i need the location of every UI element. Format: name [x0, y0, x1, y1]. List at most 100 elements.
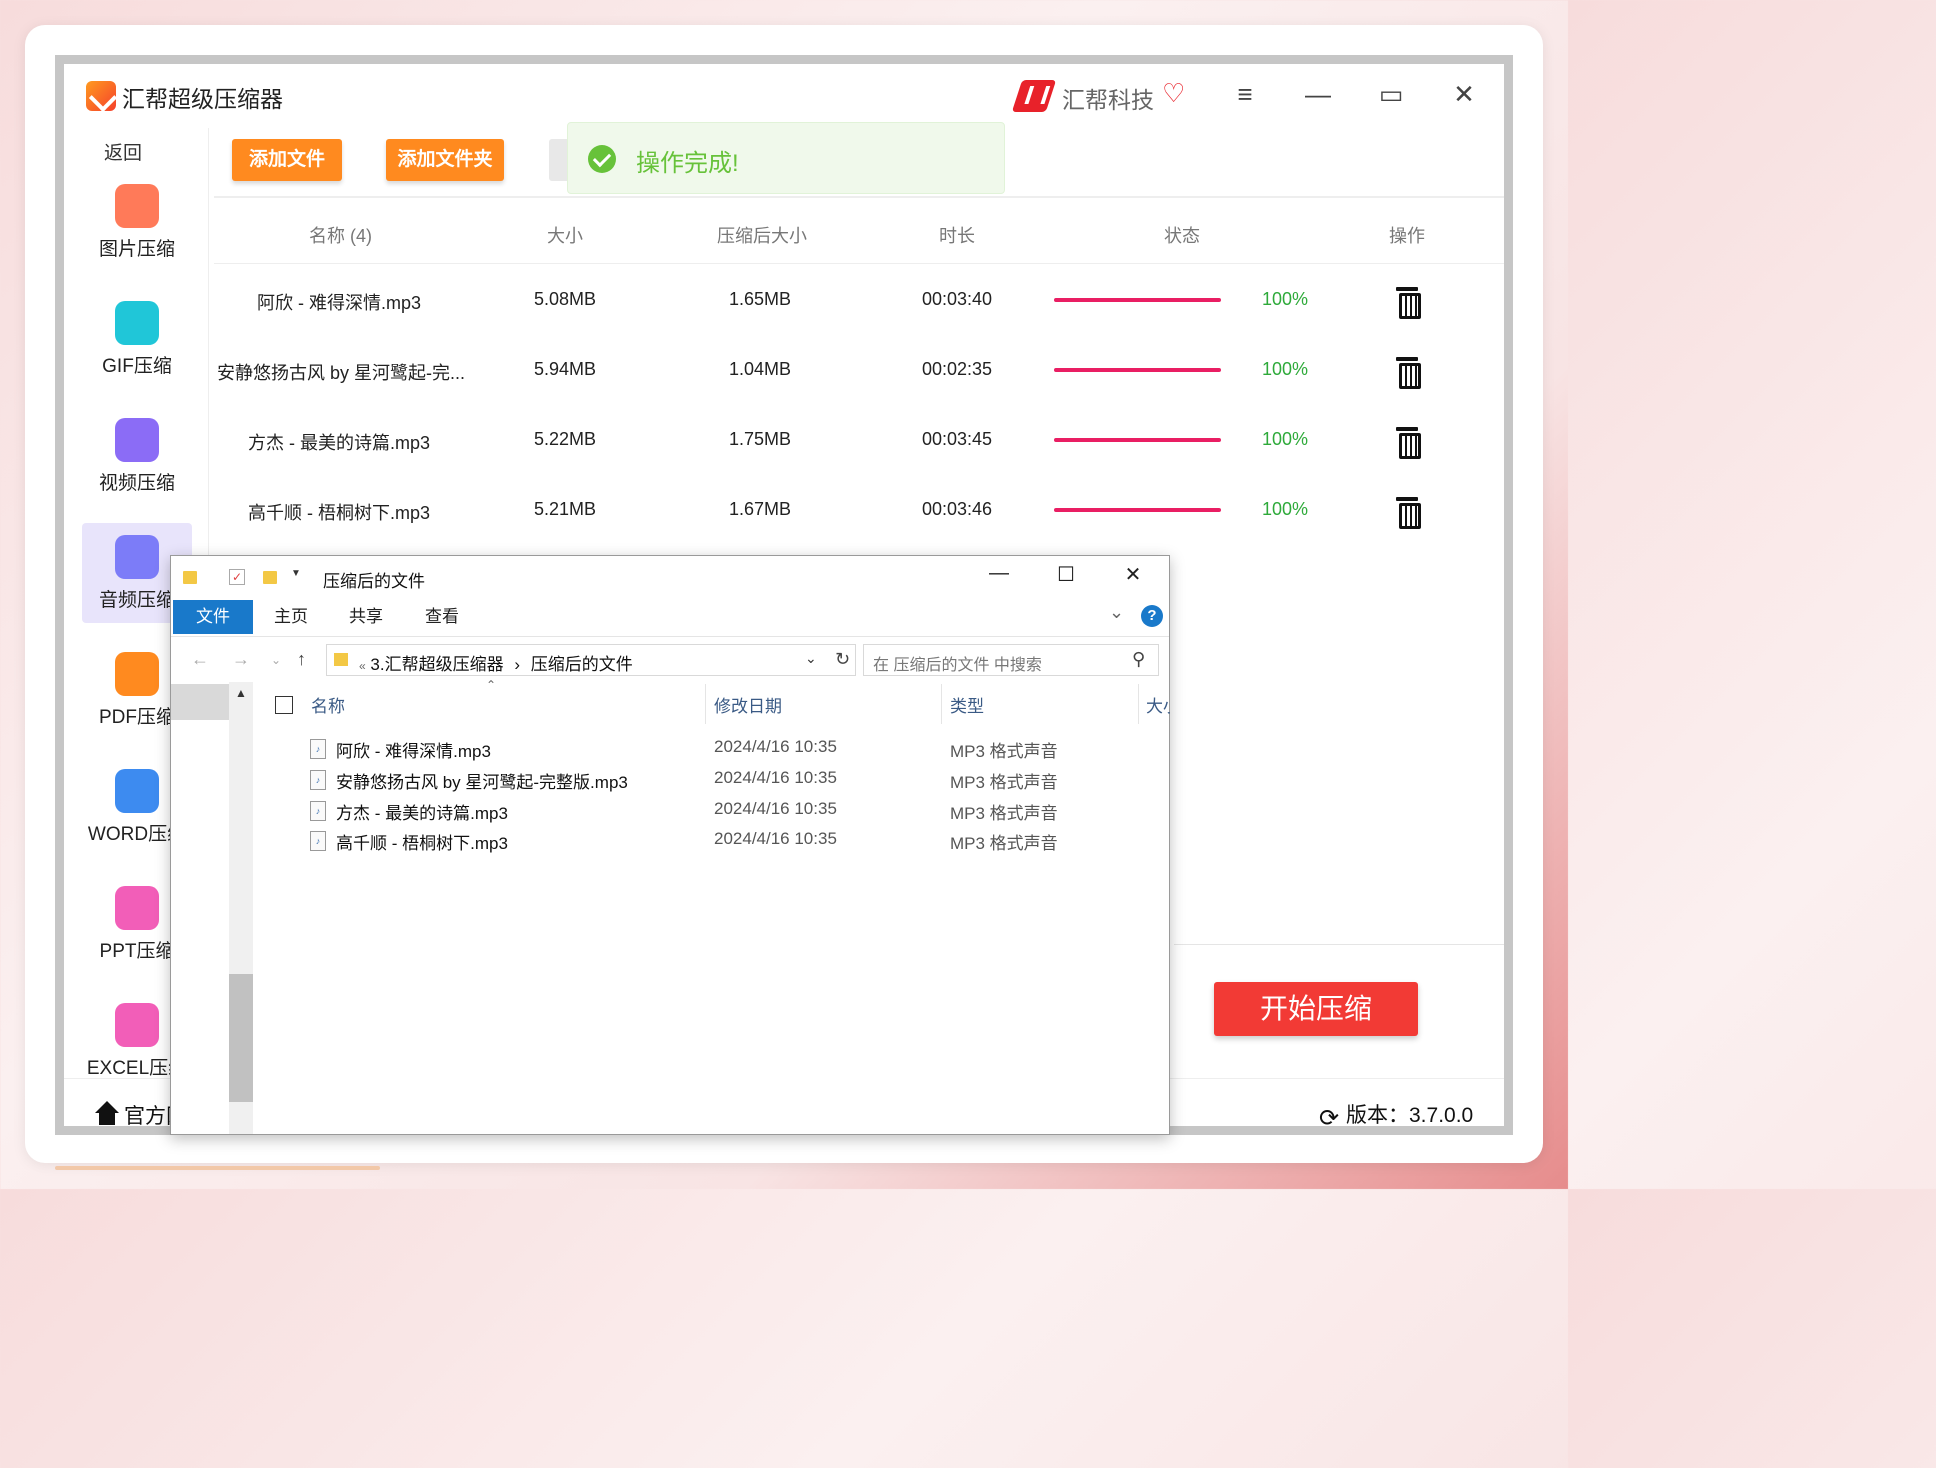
start-compress-button[interactable]: 开始压缩 [1214, 982, 1418, 1036]
ribbon: 文件 主页 共享 查看 ⌄ ? [171, 600, 1169, 634]
back-arrow-icon[interactable]: ← [191, 649, 209, 670]
brand-name: 汇帮科技 [1062, 87, 1154, 113]
properties-icon[interactable]: ✓ [229, 569, 245, 585]
scrollbar[interactable]: ▲ [229, 682, 253, 1134]
file-row[interactable]: ♪ 方杰 - 最美的诗篇.mp3 2024/4/16 10:35 MP3 格式声… [253, 796, 1169, 826]
file-type: MP3 格式声音 [950, 773, 1058, 792]
column-separator[interactable] [1138, 684, 1139, 724]
file-row[interactable]: ♪ 阿欣 - 难得深情.mp3 2024/4/16 10:35 MP3 格式声音 [253, 734, 1169, 764]
mp3-file-icon: ♪ [310, 831, 326, 851]
column-date[interactable]: 修改日期 [714, 692, 782, 717]
video-play-icon [115, 418, 159, 462]
scroll-thumb[interactable] [229, 974, 253, 1102]
address-dropdown-icon[interactable]: ⌄ [805, 650, 817, 667]
breadcrumb-item[interactable]: 压缩后的文件 [531, 655, 633, 674]
column-header-action: 操作 [1389, 226, 1425, 246]
file-name: 安静悠扬古风 by 星河鹭起-完... [217, 363, 466, 383]
tab-file[interactable]: 文件 [173, 600, 253, 634]
explorer-minimize-button[interactable]: — [979, 562, 1019, 585]
mp3-file-icon: ♪ [310, 801, 326, 821]
scroll-up-icon[interactable]: ▲ [235, 686, 247, 700]
table-row: 方杰 - 最美的诗篇.mp3 5.22MB 1.75MB 00:03:45 10… [214, 405, 1504, 475]
trash-icon[interactable] [1396, 497, 1421, 529]
refresh-icon[interactable]: ⟳ [1319, 1104, 1339, 1126]
file-row[interactable]: ♪ 安静悠扬古风 by 星河鹭起-完整版.mp3 2024/4/16 10:35… [253, 765, 1169, 795]
add-file-button[interactable]: 添加文件 [232, 139, 342, 181]
heart-icon[interactable]: ♡ [1162, 78, 1185, 109]
table-row: 高千顺 - 梧桐树下.mp3 5.21MB 1.67MB 00:03:46 10… [214, 475, 1504, 545]
up-arrow-icon[interactable]: ↑ [297, 649, 306, 670]
duration: 00:03:46 [922, 499, 993, 519]
search-placeholder: 在 压缩后的文件 中搜索 [873, 657, 1042, 674]
menu-icon[interactable]: ≡ [1225, 76, 1265, 112]
folder-icon [183, 571, 197, 584]
minimize-button[interactable]: — [1298, 76, 1338, 112]
divider [214, 196, 1504, 198]
title-bar: 汇帮超级压缩器 汇帮科技 ♡ ≡ — ▭ ✕ [64, 64, 1504, 128]
progress-bar [1054, 438, 1221, 442]
new-folder-icon[interactable] [263, 571, 277, 584]
nav-selected-item[interactable] [171, 684, 229, 720]
decorative-bar [55, 1166, 380, 1170]
column-separator[interactable] [941, 684, 942, 724]
address-bar[interactable]: « 3.汇帮超级压缩器 › 压缩后的文件 ⌄ ↻ [326, 644, 856, 676]
column-separator[interactable] [705, 684, 706, 724]
table-header: 名称 (4) 大小 压缩后大小 时长 状态 操作 [214, 204, 1504, 264]
forward-arrow-icon[interactable]: → [232, 649, 250, 670]
sidebar-item-video[interactable]: 视频压缩 [82, 406, 192, 506]
file-name: 方杰 - 最美的诗篇.mp3 [248, 433, 431, 453]
home-icon[interactable] [94, 1101, 120, 1125]
explorer-title: 压缩后的文件 [323, 572, 425, 591]
file-list-header: ⌃ 名称 修改日期 类型 大小 [253, 678, 1170, 724]
divider [1174, 944, 1504, 945]
close-button[interactable]: ✕ [1444, 76, 1484, 112]
app-logo-icon [86, 81, 116, 111]
sidebar-item-gif[interactable]: GIF压缩 [82, 289, 192, 389]
tab-view[interactable]: 查看 [412, 600, 472, 634]
sidebar-item-image[interactable]: 图片压缩 [82, 172, 192, 272]
sidebar-item-label: 视频压缩 [98, 473, 175, 494]
progress-bar [1054, 368, 1221, 372]
maximize-button[interactable]: ▭ [1371, 76, 1411, 112]
trash-icon[interactable] [1396, 357, 1421, 389]
column-type[interactable]: 类型 [950, 692, 984, 717]
search-input[interactable]: 在 压缩后的文件 中搜索 ⚲ [863, 644, 1159, 676]
file-name: 高千顺 - 梧桐树下.mp3 [336, 834, 508, 853]
back-button[interactable]: 返回 [104, 138, 142, 165]
sidebar-item-label: GIF压缩 [102, 356, 172, 377]
explorer-close-button[interactable]: ✕ [1113, 562, 1153, 587]
file-name: 阿欣 - 难得深情.mp3 [257, 293, 422, 313]
excel-file-icon [115, 1003, 159, 1047]
chevron-down-icon[interactable]: ⌄ [1109, 602, 1124, 623]
duration: 00:03:45 [922, 429, 993, 449]
select-all-checkbox[interactable] [275, 696, 293, 714]
add-folder-button[interactable]: 添加文件夹 [386, 139, 504, 181]
sort-ascending-icon: ⌃ [486, 678, 497, 692]
column-size[interactable]: 大小 [1146, 692, 1170, 717]
check-circle-icon [588, 145, 616, 173]
explorer-maximize-button[interactable]: ☐ [1046, 562, 1086, 587]
breadcrumb-item[interactable]: 3.汇帮超级压缩器 [370, 655, 503, 674]
search-icon[interactable]: ⚲ [1132, 649, 1145, 670]
file-row[interactable]: ♪ 高千顺 - 梧桐树下.mp3 2024/4/16 10:35 MP3 格式声… [253, 826, 1169, 856]
trash-icon[interactable] [1396, 287, 1421, 319]
trash-icon[interactable] [1396, 427, 1421, 459]
file-type: MP3 格式声音 [950, 804, 1058, 823]
column-header-size: 大小 [547, 226, 583, 246]
file-name: 方杰 - 最美的诗篇.mp3 [336, 804, 508, 823]
folder-icon [334, 653, 348, 666]
progress-percent: 100% [1262, 359, 1309, 379]
compressed-size: 1.75MB [729, 429, 792, 449]
tab-home[interactable]: 主页 [261, 600, 321, 634]
recent-dropdown-icon[interactable]: ⌄ [271, 653, 281, 667]
file-date: 2024/4/16 10:35 [714, 799, 837, 818]
quick-access-dropdown-icon[interactable]: ▼ [291, 568, 301, 579]
file-type: MP3 格式声音 [950, 742, 1058, 761]
gif-icon [115, 301, 159, 345]
compressed-size: 1.67MB [729, 499, 792, 519]
help-icon[interactable]: ? [1141, 605, 1163, 627]
refresh-icon[interactable]: ↻ [835, 649, 850, 670]
tab-share[interactable]: 共享 [336, 600, 396, 634]
file-date: 2024/4/16 10:35 [714, 768, 837, 787]
column-name[interactable]: 名称 [311, 692, 345, 717]
